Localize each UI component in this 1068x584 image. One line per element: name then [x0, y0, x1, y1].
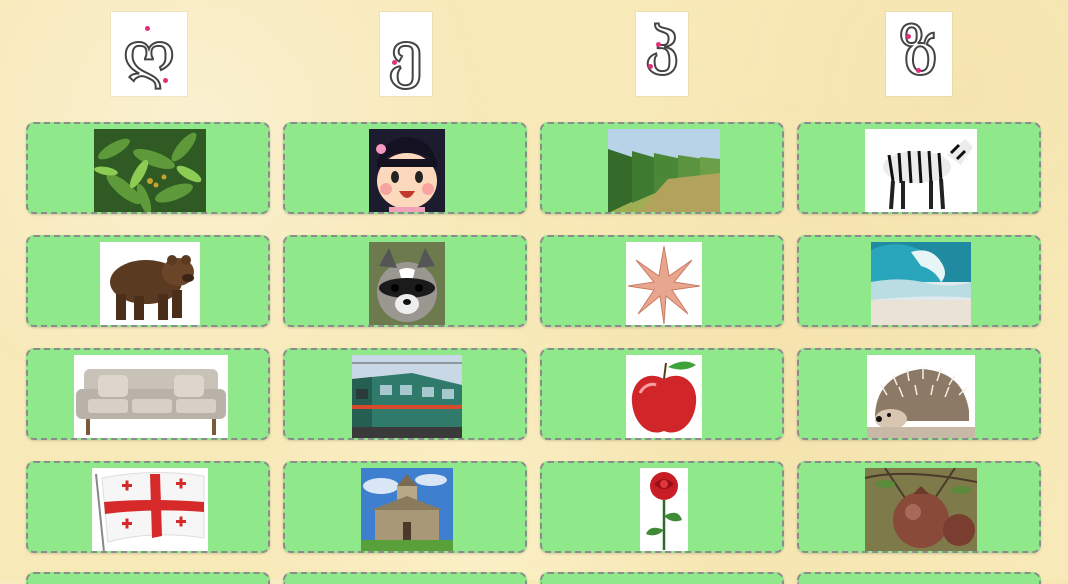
zebra-image: [865, 129, 977, 212]
laurel-leaves-image: [94, 129, 206, 212]
georgian-flag-image: [92, 468, 208, 551]
card-vineyard[interactable]: [540, 122, 784, 214]
bear-image: [100, 242, 200, 325]
card-girl-face[interactable]: [283, 122, 527, 214]
card-georgian-flag[interactable]: [26, 461, 270, 553]
card-train[interactable]: [283, 348, 527, 440]
letter-glyph-3: პ: [643, 17, 680, 90]
rose-image: [640, 468, 688, 551]
card-rose[interactable]: [540, 461, 784, 553]
trace-end-dot: [163, 78, 168, 83]
card-row5-1[interactable]: [26, 572, 270, 584]
letter-glyph-1: ღ: [121, 17, 176, 90]
letter-glyph-4: ზ: [899, 17, 939, 90]
trace-start-dot: [906, 34, 911, 39]
card-row5-4[interactable]: [797, 572, 1041, 584]
letter-row: ღ ე პ ზ: [0, 0, 1068, 110]
apple-image: [626, 355, 702, 438]
letter-card-2[interactable]: ე: [380, 12, 432, 96]
card-raccoon[interactable]: [283, 235, 527, 327]
card-bear[interactable]: [26, 235, 270, 327]
trace-start-dot: [656, 42, 661, 47]
trace-mid-dot: [648, 64, 653, 69]
card-sea-wave[interactable]: [797, 235, 1041, 327]
letter-glyph-2: ე: [388, 17, 425, 90]
trace-start-dot: [392, 60, 397, 65]
train-image: [352, 355, 462, 438]
pomegranate-image: [865, 468, 977, 551]
card-laurel-leaves[interactable]: [26, 122, 270, 214]
trace-start-dot: [145, 26, 150, 31]
hedgehog-image: [867, 355, 975, 438]
card-row5-2[interactable]: [283, 572, 527, 584]
church-image: [361, 468, 453, 551]
card-star[interactable]: [540, 235, 784, 327]
card-hedgehog[interactable]: [797, 348, 1041, 440]
card-zebra[interactable]: [797, 122, 1041, 214]
letter-card-1[interactable]: ღ: [111, 12, 187, 96]
card-row5-3[interactable]: [540, 572, 784, 584]
girl-face-image: [369, 129, 445, 212]
card-pomegranate[interactable]: [797, 461, 1041, 553]
letter-card-3[interactable]: პ: [636, 12, 688, 96]
card-sofa[interactable]: [26, 348, 270, 440]
vineyard-image: [608, 129, 720, 212]
trace-mid-dot: [916, 68, 921, 73]
star-image: [626, 242, 702, 325]
card-apple[interactable]: [540, 348, 784, 440]
raccoon-image: [369, 242, 445, 325]
sofa-image: [74, 355, 228, 438]
card-church[interactable]: [283, 461, 527, 553]
letter-card-4[interactable]: ზ: [886, 12, 952, 96]
sea-wave-image: [871, 242, 971, 325]
